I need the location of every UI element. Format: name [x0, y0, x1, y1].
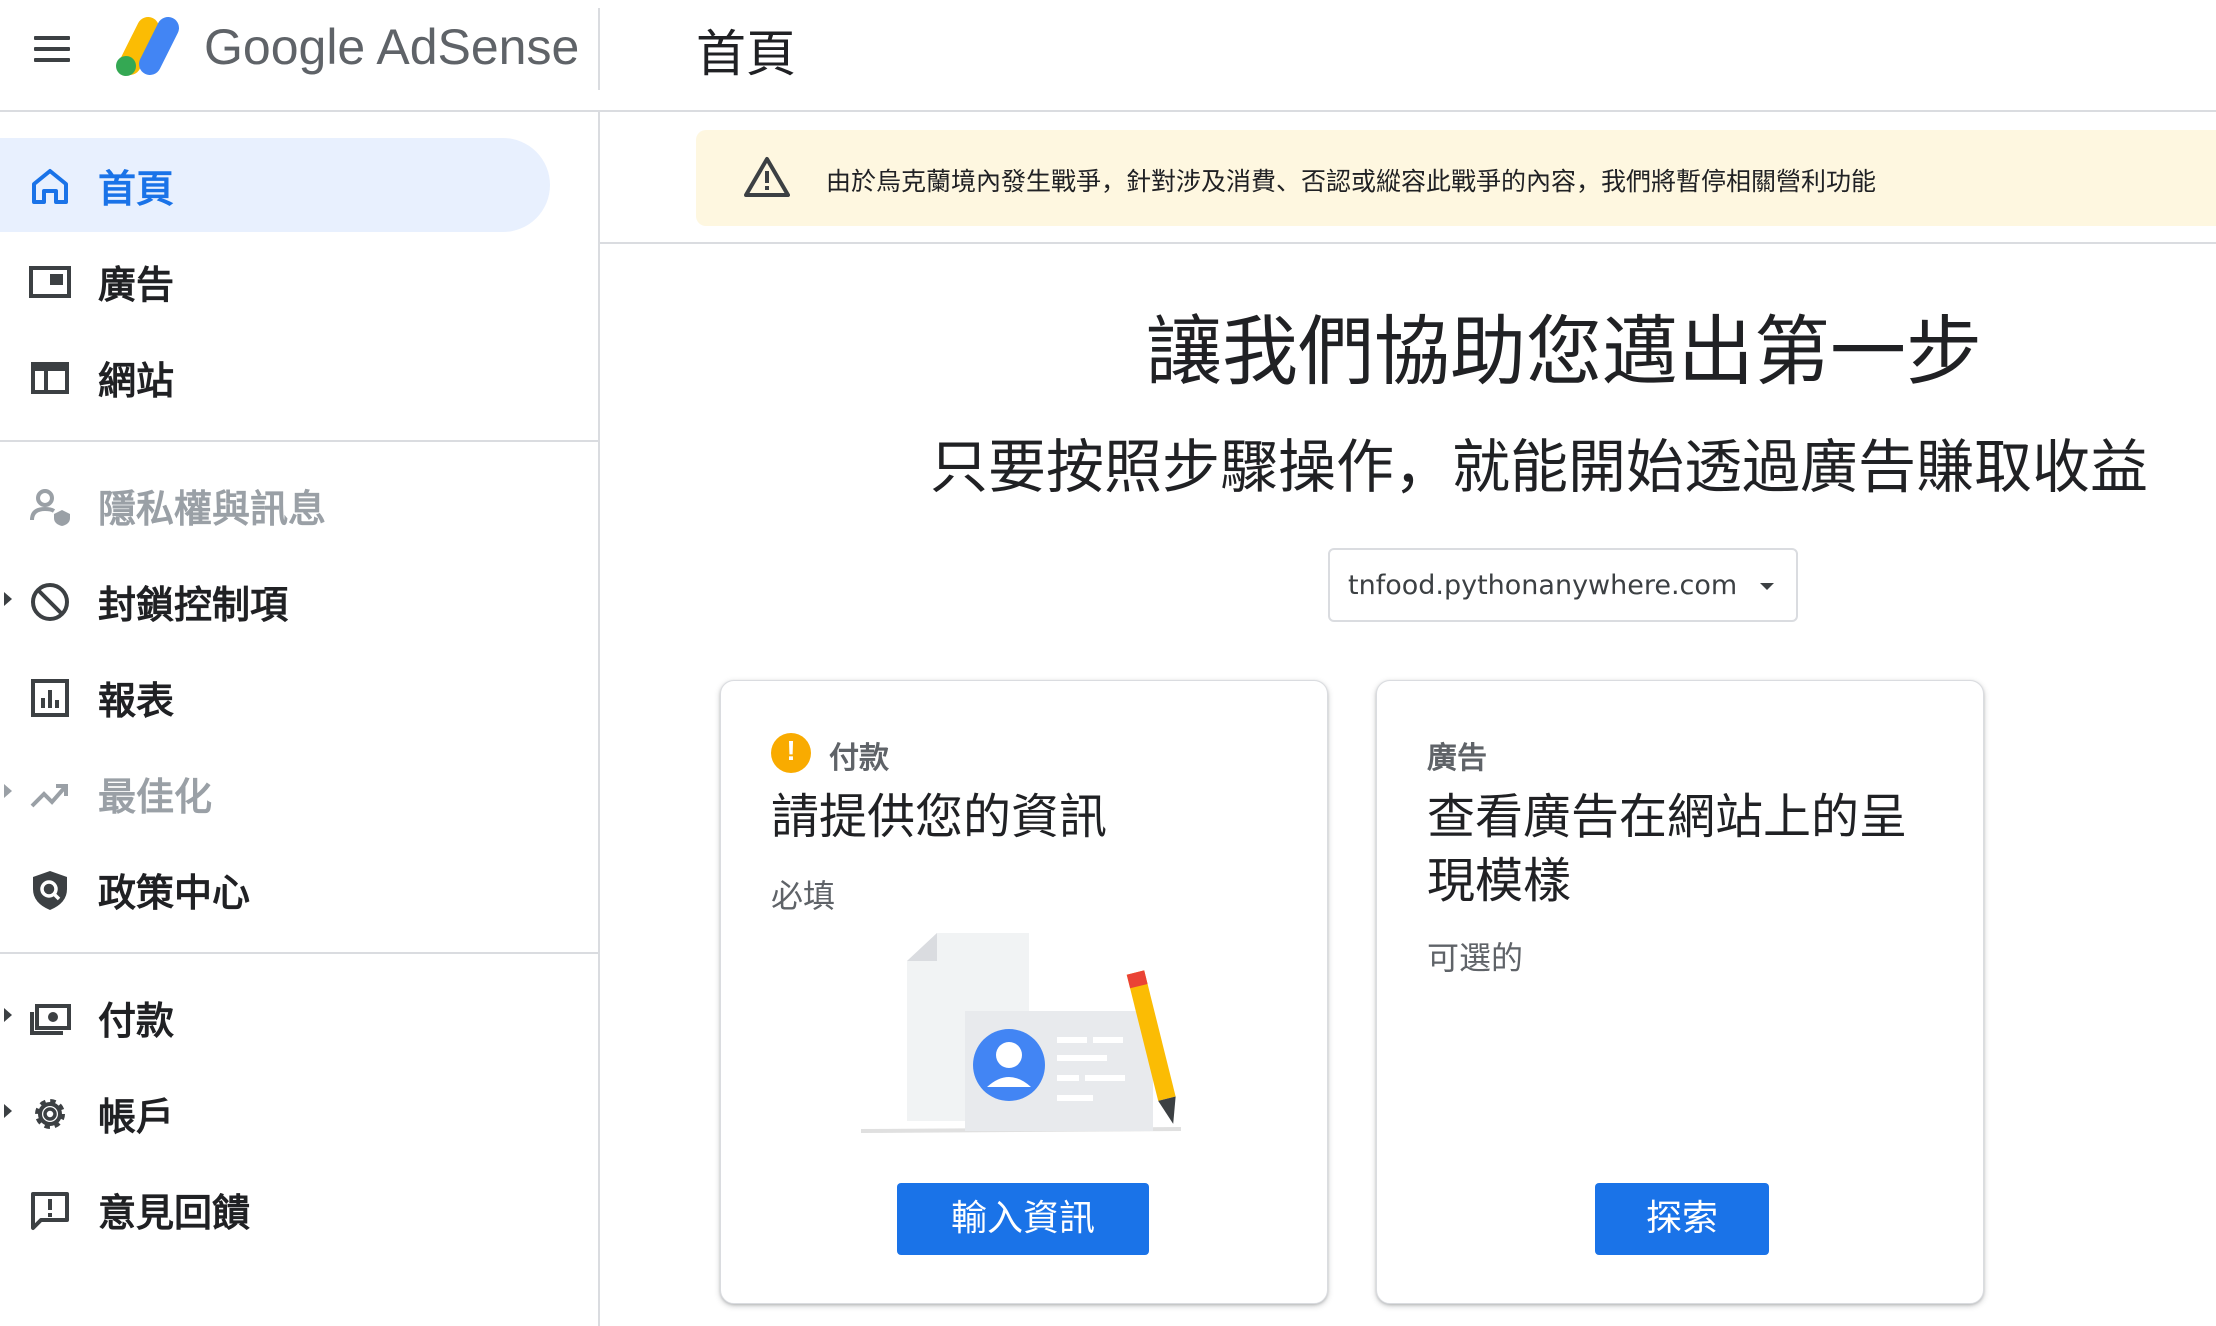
sidebar-item-label: 網站 [98, 359, 175, 403]
sidebar-item-label: 帳戶 [98, 1095, 175, 1139]
card-status: 可選的 [1427, 939, 1524, 977]
payment-info-card: ! 付款 請提供您的資訊 必填 輸入資訊 [720, 680, 1328, 1304]
topbar-divider [598, 8, 600, 90]
sidebar-item-sites[interactable]: 網站 [0, 330, 550, 424]
enter-info-button[interactable]: 輸入資訊 [897, 1183, 1149, 1255]
sidebar-item-payments[interactable]: 付款 [0, 970, 550, 1064]
policy-shield-icon [33, 871, 67, 910]
sidebar-item-privacy-messaging[interactable]: 隱私權與訊息 [0, 458, 550, 552]
hero-subtitle: 只要按照步驟操作，就能開始透過廣告賺取收益 [930, 433, 2149, 501]
sidebar-item-label: 封鎖控制項 [98, 583, 289, 627]
sidebar-item-label: 首頁 [98, 167, 175, 211]
sites-icon [31, 362, 69, 394]
site-selector-dropdown[interactable]: tnfood.pythonanywhere.com [1328, 548, 1798, 622]
reports-icon [31, 679, 69, 717]
sidebar-item-label: 最佳化 [98, 775, 213, 819]
dropdown-arrow-icon [1760, 583, 1774, 590]
war-notice-banner: 由於烏克蘭境內發生戰爭，針對涉及消費、否認或縱容此戰爭的內容，我們將暫停相關營利… [696, 130, 2216, 226]
profile-document-illustration [860, 933, 1182, 1133]
explore-button[interactable]: 探索 [1595, 1183, 1769, 1255]
selected-site-value: tnfood.pythonanywhere.com [1348, 570, 1738, 601]
block-icon [31, 583, 69, 621]
sidebar-item-home[interactable]: 首頁 [0, 138, 550, 232]
sidebar-nav: 首頁 廣告 網站 隱私權與訊息 封鎖控制項 報表 最佳化 政策中心 付款 帳戶 … [0, 112, 600, 1326]
sidebar-item-label: 隱私權與訊息 [98, 487, 327, 531]
alert-icon: ! [771, 733, 811, 773]
menu-icon[interactable] [28, 30, 78, 72]
optimization-icon [30, 784, 68, 808]
expand-caret-icon [4, 1104, 12, 1118]
sidebar-item-label: 付款 [98, 999, 175, 1043]
sidebar-item-label: 廣告 [98, 263, 175, 307]
sidebar-item-policy-center[interactable]: 政策中心 [0, 842, 550, 936]
page-title: 首頁 [696, 25, 796, 83]
card-status: 必填 [771, 877, 836, 915]
feedback-icon [31, 1192, 69, 1230]
ads-icon [29, 266, 71, 298]
card-kicker: 廣告 [1427, 741, 1487, 776]
payments-icon [30, 1004, 71, 1035]
sidebar-item-label: 意見回饋 [98, 1191, 251, 1235]
sidebar-item-label: 報表 [98, 679, 175, 723]
product-logo-text: Google AdSense [204, 19, 580, 75]
sidebar-item-label: 政策中心 [98, 871, 251, 915]
ads-preview-card: 廣告 查看廣告在網站上的呈現模樣 可選的 探索 [1376, 680, 1984, 1304]
card-heading: 請提供您的資訊 [771, 789, 1108, 845]
hero-title: 讓我們協助您邁出第一步 [1146, 307, 1982, 396]
card-kicker: 付款 [829, 741, 889, 776]
sidebar-item-optimization[interactable]: 最佳化 [0, 746, 550, 840]
warning-triangle-icon [744, 157, 790, 197]
main-divider [600, 242, 2216, 244]
sidebar-item-blocking-controls[interactable]: 封鎖控制項 [0, 554, 550, 648]
expand-caret-icon [4, 592, 12, 606]
banner-text: 由於烏克蘭境內發生戰爭，針對涉及消費、否認或縱容此戰爭的內容，我們將暫停相關營利… [826, 167, 1877, 196]
sidebar-item-account[interactable]: 帳戶 [0, 1066, 550, 1160]
gear-icon [35, 1099, 65, 1129]
top-app-bar: Google AdSense 首頁 [0, 0, 2216, 112]
expand-caret-icon [4, 784, 12, 798]
card-heading: 查看廣告在網站上的呈現模樣 [1427, 789, 1908, 909]
expand-caret-icon [4, 1008, 12, 1022]
sidebar-item-ads[interactable]: 廣告 [0, 234, 550, 328]
sidebar-item-reports[interactable]: 報表 [0, 650, 550, 744]
adsense-logo-icon [116, 17, 179, 76]
sidebar-divider [0, 952, 598, 954]
home-icon [32, 169, 68, 204]
sidebar-item-feedback[interactable]: 意見回饋 [0, 1162, 550, 1256]
sidebar-divider [0, 440, 598, 442]
privacy-icon [30, 489, 70, 526]
